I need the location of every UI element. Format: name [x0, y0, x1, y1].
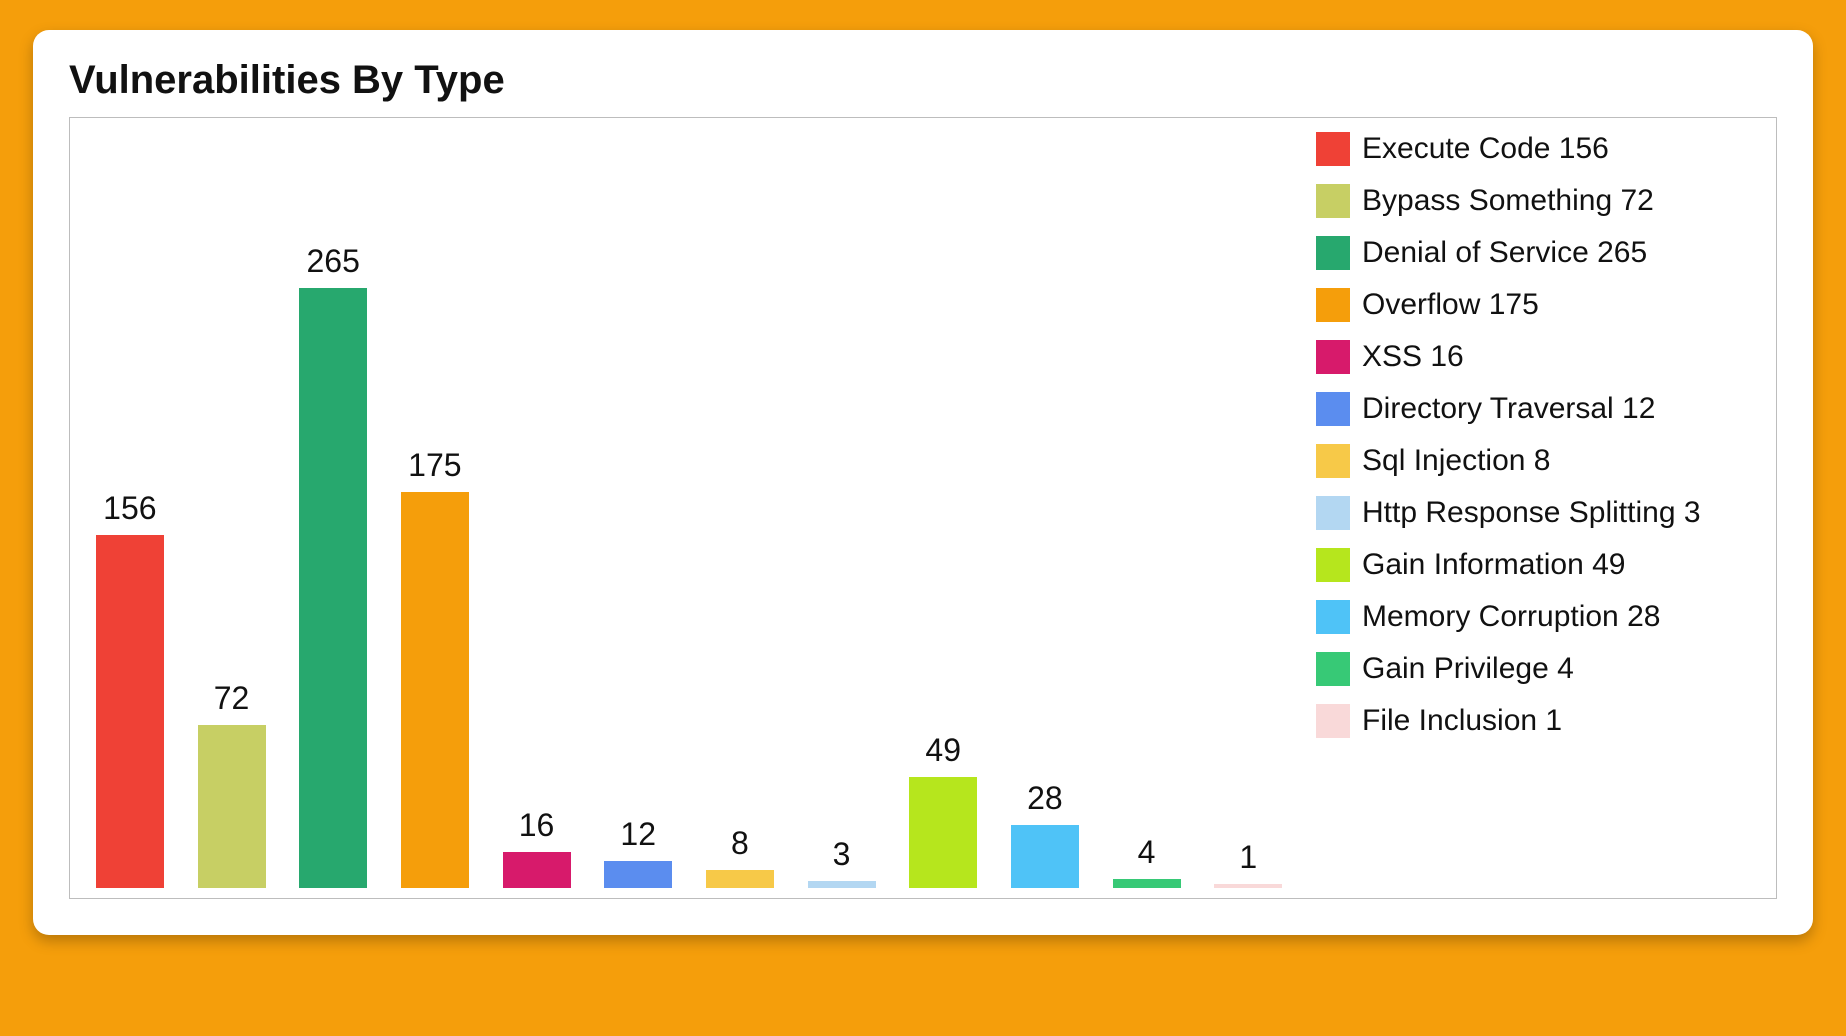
bar — [1113, 879, 1181, 888]
chart-card: Vulnerabilities By Type 1567226517516128… — [33, 30, 1813, 935]
legend-swatch — [1316, 600, 1350, 634]
legend-item: Bypass Something 72 — [1316, 184, 1758, 218]
bar — [198, 725, 266, 888]
bar — [401, 492, 469, 888]
legend-item: Execute Code 156 — [1316, 132, 1758, 166]
bar — [96, 535, 164, 888]
bar — [706, 870, 774, 888]
bar-value-label: 175 — [408, 447, 461, 484]
legend-swatch — [1316, 392, 1350, 426]
bar-slot: 4 — [1103, 138, 1191, 888]
bar — [1011, 825, 1079, 888]
bar-value-label: 8 — [731, 825, 749, 862]
bar — [909, 777, 977, 888]
plot-area: 156 72 265 175 16 12 8 3 49 28 4 1 — [80, 128, 1298, 888]
legend-item: Overflow 175 — [1316, 288, 1758, 322]
legend-swatch — [1316, 236, 1350, 270]
legend-swatch — [1316, 184, 1350, 218]
bar-slot: 3 — [798, 138, 886, 888]
legend-item: Gain Information 49 — [1316, 548, 1758, 582]
legend-item: Sql Injection 8 — [1316, 444, 1758, 478]
legend-item: Http Response Splitting 3 — [1316, 496, 1758, 530]
bar — [299, 288, 367, 888]
bar-value-label: 72 — [214, 680, 250, 717]
legend-swatch — [1316, 652, 1350, 686]
bar-value-label: 3 — [833, 836, 851, 873]
bar-slot: 175 — [391, 138, 479, 888]
legend: Execute Code 156 Bypass Something 72 Denia… — [1298, 128, 1758, 888]
legend-item: File Inclusion 1 — [1316, 704, 1758, 738]
legend-label: Bypass Something 72 — [1362, 184, 1654, 218]
legend-item: Denial of Service 265 — [1316, 236, 1758, 270]
legend-label: Gain Information 49 — [1362, 548, 1625, 582]
chart-frame: 156 72 265 175 16 12 8 3 49 28 4 1 Execute Code 156… — [69, 117, 1777, 899]
legend-swatch — [1316, 548, 1350, 582]
legend-item: Memory Corruption 28 — [1316, 600, 1758, 634]
legend-label: Sql Injection 8 — [1362, 444, 1550, 478]
bar-value-label: 4 — [1138, 834, 1156, 871]
bar-slot: 72 — [188, 138, 276, 888]
bar — [503, 852, 571, 888]
legend-label: Gain Privilege 4 — [1362, 652, 1574, 686]
legend-label: Overflow 175 — [1362, 288, 1539, 322]
legend-swatch — [1316, 288, 1350, 322]
legend-swatch — [1316, 340, 1350, 374]
bar-value-label: 156 — [103, 490, 156, 527]
legend-swatch — [1316, 496, 1350, 530]
bar-slot: 16 — [493, 138, 581, 888]
bar — [604, 861, 672, 888]
legend-label: Http Response Splitting 3 — [1362, 496, 1701, 530]
bar-slot: 49 — [899, 138, 987, 888]
legend-item: Gain Privilege 4 — [1316, 652, 1758, 686]
bar-value-label: 28 — [1027, 780, 1063, 817]
bar-value-label: 12 — [620, 816, 656, 853]
bar-slot: 28 — [1001, 138, 1089, 888]
legend-swatch — [1316, 444, 1350, 478]
bar-slot: 8 — [696, 138, 784, 888]
legend-label: Denial of Service 265 — [1362, 236, 1647, 270]
bar-value-label: 1 — [1239, 839, 1257, 876]
bar-slot: 156 — [86, 138, 174, 888]
bar — [808, 881, 876, 888]
bar-slot: 265 — [289, 138, 377, 888]
legend-swatch — [1316, 704, 1350, 738]
bar — [1214, 884, 1282, 888]
legend-label: Directory Traversal 12 — [1362, 392, 1655, 426]
chart-title: Vulnerabilities By Type — [69, 58, 1777, 103]
bar-slot: 1 — [1204, 138, 1292, 888]
legend-label: Memory Corruption 28 — [1362, 600, 1660, 634]
legend-label: XSS 16 — [1362, 340, 1464, 374]
bar-value-label: 16 — [519, 807, 555, 844]
legend-item: XSS 16 — [1316, 340, 1758, 374]
legend-label: Execute Code 156 — [1362, 132, 1609, 166]
legend-label: File Inclusion 1 — [1362, 704, 1562, 738]
legend-swatch — [1316, 132, 1350, 166]
bar-value-label: 265 — [306, 243, 359, 280]
bar-slot: 12 — [594, 138, 682, 888]
legend-item: Directory Traversal 12 — [1316, 392, 1758, 426]
bar-value-label: 49 — [925, 732, 961, 769]
